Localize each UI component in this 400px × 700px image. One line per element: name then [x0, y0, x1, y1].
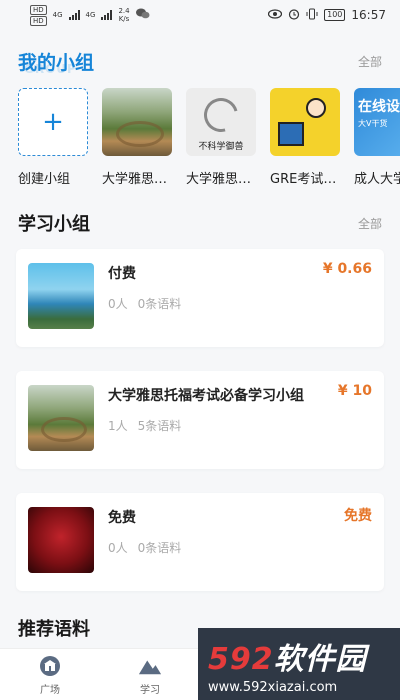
my-groups-list: + 创建小组 大学雅思托福考试必备学习小组 不科学御兽 大学雅思托福考试必备学习… [0, 88, 400, 187]
member-count: 0人 [108, 297, 128, 311]
ink-swirl-image [197, 91, 245, 139]
alarm-icon [288, 8, 300, 23]
battery-icon: 100 [324, 9, 346, 21]
study-groups-title: 学习小组 [18, 214, 90, 235]
thumbnail-caption: 不科学御兽 [198, 142, 244, 152]
group-item[interactable]: 在线设 大V干货 成人大学 [354, 88, 400, 187]
clock-time: 16:57 [351, 8, 386, 22]
vibrate-icon [306, 8, 318, 23]
my-groups-header: GROUP 我的小组 全部 [0, 50, 400, 76]
tab-plaza[interactable]: 广场 [0, 649, 100, 700]
signal-icon [68, 10, 80, 20]
group-label: 大学雅思托福考试必备学习小组 [186, 172, 256, 187]
card-price: ¥ 0.66 [322, 261, 372, 277]
thumbnail-caption: 在线设 [358, 99, 400, 115]
group-thumbnail: 在线设 大V干货 [354, 88, 400, 156]
wechat-icon [135, 8, 150, 22]
study-group-card[interactable]: 大学雅思托福考试必备学习小组 1人 5条语料 ¥ 10 [16, 371, 384, 469]
hd-badge: HD [30, 15, 47, 26]
my-groups-all-link[interactable]: 全部 [358, 53, 382, 70]
card-title: 免费 [108, 510, 136, 526]
create-group-tile[interactable]: + [18, 88, 88, 156]
member-count: 0人 [108, 541, 128, 555]
card-meta: 1人 5条语料 [108, 417, 372, 434]
card-meta: 0人 0条语料 [108, 295, 372, 312]
card-meta: 0人 0条语料 [108, 539, 372, 556]
group-label: 大学雅思托福考试必备学习小组 [102, 172, 172, 187]
network-type: 4G [52, 11, 63, 19]
card-thumbnail [28, 385, 94, 451]
plaza-icon [38, 654, 62, 678]
watermark-url: www.592xiazai.com [208, 680, 338, 695]
study-groups-list: 付费 0人 0条语料 ¥ 0.66 大学雅思托福考试必备学习小组 1人 5条语料 ¥… [0, 249, 400, 591]
tab-label: 广场 [40, 684, 60, 696]
my-groups-title: GROUP 我的小组 [18, 51, 95, 76]
cartoon-person-image [306, 98, 326, 118]
group-thumbnail: 不科学御兽 [186, 88, 256, 156]
study-group-card[interactable]: 免费 0人 0条语料 免费 [16, 493, 384, 591]
member-count: 1人 [108, 419, 128, 433]
thumbnail-subcaption: 大V干货 [358, 119, 388, 128]
net-speed: 2.4 K/s [118, 7, 130, 23]
tab-label: 学习 [140, 684, 160, 696]
tab-study[interactable]: 学习 [100, 649, 200, 700]
card-title: 大学雅思托福考试必备学习小组 [108, 388, 304, 404]
corpus-count: 5条语料 [137, 419, 182, 433]
card-thumbnail [28, 263, 94, 329]
card-thumbnail [28, 507, 94, 573]
study-groups-all-link[interactable]: 全部 [358, 215, 382, 232]
group-label: GRE考试必备 [270, 172, 340, 187]
group-label: 创建小组 [18, 172, 71, 187]
plus-icon: + [42, 107, 64, 137]
create-group-button[interactable]: + 创建小组 [18, 88, 88, 187]
corpus-count: 0条语料 [137, 297, 182, 311]
group-item[interactable]: 大学雅思托福考试必备学习小组 [102, 88, 172, 187]
corpus-count: 0条语料 [137, 541, 182, 555]
signal-icon [101, 10, 113, 20]
hd-badge: HD [30, 4, 47, 15]
study-group-card[interactable]: 付费 0人 0条语料 ¥ 0.66 [16, 249, 384, 347]
cartoon-laptop-image [278, 122, 304, 146]
group-item[interactable]: GRE考试必备 [270, 88, 340, 187]
card-price: ¥ 10 [337, 383, 372, 399]
watermark-logo: 592软件园 [208, 642, 367, 677]
study-groups-header: 学习小组 全部 [0, 209, 400, 237]
site-watermark: 592软件园 www.592xiazai.com [198, 628, 400, 700]
card-price: 免费 [344, 508, 372, 524]
group-label: 成人大学 [354, 172, 400, 187]
group-item[interactable]: 不科学御兽 大学雅思托福考试必备学习小组 [186, 88, 256, 187]
status-bar: HD HD 4G 4G 2.4 K/s 100 16:57 [0, 0, 400, 30]
mountain-icon [138, 654, 162, 678]
group-thumbnail [270, 88, 340, 156]
eye-icon [268, 8, 283, 22]
group-thumbnail [102, 88, 172, 156]
recommend-title: 推荐语料 [18, 619, 90, 640]
network-type: 4G [85, 11, 96, 19]
